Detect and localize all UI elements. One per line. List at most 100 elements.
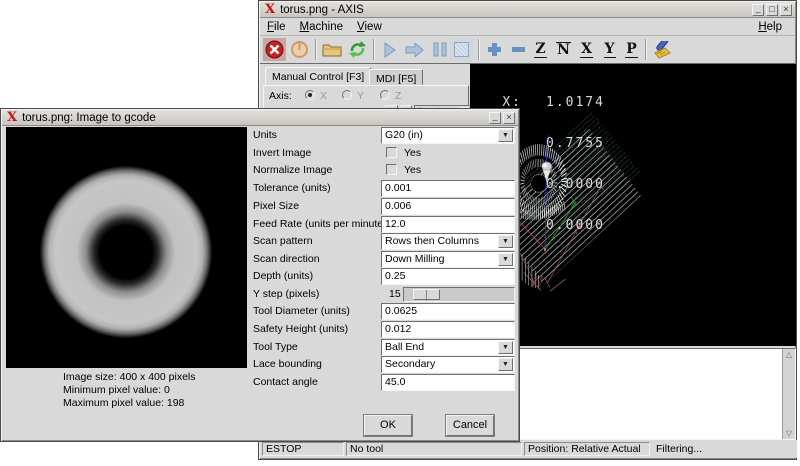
gcode-scrollbar[interactable]: △ ▽: [782, 349, 795, 439]
dropdown-arrow-icon: ▼: [498, 129, 513, 142]
zoom-out-button[interactable]: [507, 38, 530, 61]
normalize-image-checkbox-label[interactable]: Yes: [404, 164, 421, 177]
status-tool: No tool: [346, 442, 522, 456]
normalize-image-checkbox[interactable]: [386, 164, 397, 175]
screen: { "colors": { "window_bg": "#d9d9d9", "p…: [0, 0, 800, 466]
dropdown-arrow-icon: ▼: [498, 341, 513, 354]
field-label-tool-type: Tool Type: [253, 339, 383, 356]
menu-file[interactable]: File: [260, 20, 293, 34]
field-label-lace-bounding: Lace bounding: [253, 356, 383, 373]
x11-logo-icon: X: [7, 112, 17, 124]
toolbar-separator: [373, 39, 375, 60]
scan-pattern-dropdown[interactable]: Rows then Columns ▼: [381, 233, 515, 250]
stop-button[interactable]: [450, 38, 473, 61]
view-z2-button[interactable]: N: [552, 38, 575, 61]
cancel-button[interactable]: Cancel: [446, 415, 494, 436]
dialog-minimize-button[interactable]: _: [489, 112, 501, 124]
radio-axis-x[interactable]: [305, 90, 315, 100]
field-label-contact-angle: Contact angle: [253, 374, 383, 391]
axis-titlebar[interactable]: X torus.png - AXIS _ □ ×: [260, 2, 795, 18]
run-button[interactable]: [378, 38, 401, 61]
scan-direction-dropdown[interactable]: Down Milling ▼: [381, 251, 515, 268]
pixel-size-input[interactable]: 0.006: [381, 198, 515, 215]
depth-input[interactable]: 0.25: [381, 268, 515, 285]
radio-dot: [308, 93, 312, 97]
statusbar: ESTOP No tool Position: Relative Actual …: [260, 440, 797, 458]
view-p-label: P: [625, 42, 638, 58]
field-label-units: Units: [253, 127, 383, 144]
step-arrow-icon: [405, 43, 424, 57]
menu-machine[interactable]: Machine: [293, 20, 350, 34]
view-z2-label: N: [556, 42, 571, 58]
pause-button[interactable]: [428, 38, 451, 61]
dialog-titlebar[interactable]: X torus.png: Image to gcode _ ×: [2, 110, 518, 126]
tab-manual-control[interactable]: Manual Control [F3]: [265, 67, 371, 85]
contact-angle-input[interactable]: 45.0: [381, 374, 515, 391]
open-file-button[interactable]: [320, 38, 343, 61]
ok-button[interactable]: OK: [364, 415, 412, 436]
invert-image-checkbox-label[interactable]: Yes: [404, 147, 421, 160]
scroll-up-icon[interactable]: △: [783, 349, 795, 360]
machine-power-button[interactable]: [288, 38, 311, 61]
invert-image-checkbox[interactable]: [386, 147, 397, 158]
axis-window-title: torus.png - AXIS: [280, 4, 364, 16]
step-button[interactable]: [403, 38, 426, 61]
tab-mdi-label: MDI [F5]: [376, 73, 416, 85]
estop-button[interactable]: [263, 38, 286, 61]
pause-icon: [433, 42, 447, 57]
radio-axis-y[interactable]: [342, 90, 352, 100]
scroll-down-icon[interactable]: ▽: [783, 428, 795, 439]
status-task: Filtering...: [652, 442, 795, 456]
feed-rate-input[interactable]: 12.0: [381, 216, 515, 233]
dropdown-arrow-icon: ▼: [498, 253, 513, 266]
view-y-label: Y: [604, 42, 616, 58]
close-button[interactable]: ×: [780, 4, 792, 16]
view-z-label: Z: [534, 42, 546, 58]
image-info: Image size: 400 x 400 pixels Minimum pix…: [63, 371, 196, 410]
field-label-scan-direction: Scan direction: [253, 251, 383, 268]
field-label-scan-pattern: Scan pattern: [253, 233, 383, 250]
view-p-button[interactable]: P: [620, 38, 643, 61]
dialog-close-button[interactable]: ×: [503, 112, 515, 124]
y-step-slider-handle[interactable]: [413, 289, 440, 300]
minimize-button[interactable]: _: [752, 4, 764, 16]
tab-mdi[interactable]: MDI [F5]: [369, 69, 423, 85]
stop-icon: [454, 42, 469, 57]
view-z-button[interactable]: Z: [529, 38, 552, 61]
tool-type-dropdown[interactable]: Ball End ▼: [381, 339, 515, 356]
lace-bounding-dropdown[interactable]: Secondary ▼: [381, 356, 515, 373]
safety-height-input[interactable]: 0.012: [381, 321, 515, 338]
reload-button[interactable]: [346, 38, 369, 61]
maximize-button[interactable]: □: [766, 4, 778, 16]
radio-axis-z[interactable]: [380, 90, 390, 100]
axis-select-label: Axis:: [269, 90, 292, 102]
tool-diameter-input[interactable]: 0.0625: [381, 303, 515, 320]
toolbar: Z N X Y P: [260, 36, 795, 64]
power-icon: [290, 40, 309, 59]
view-x-button[interactable]: X: [575, 38, 598, 61]
tool-type-value: Ball End: [385, 341, 424, 353]
status-estop: ESTOP: [262, 442, 344, 456]
lace-bounding-value: Secondary: [385, 358, 435, 370]
tolerance-input[interactable]: 0.001: [381, 180, 515, 197]
toolbar-separator: [315, 39, 317, 60]
dialog-title: torus.png: Image to gcode: [22, 112, 156, 124]
y-step-slider[interactable]: [403, 287, 515, 302]
view-y-button[interactable]: Y: [598, 38, 621, 61]
units-dropdown[interactable]: G20 (in) ▼: [381, 127, 515, 144]
field-label-pixel-size: Pixel Size: [253, 198, 383, 215]
radio-axis-x-label: X: [320, 90, 327, 102]
radio-axis-y-label: Y: [357, 90, 364, 102]
zoom-in-button[interactable]: [483, 38, 506, 61]
menu-view[interactable]: View: [350, 20, 389, 34]
axis-select-row: Axis: X Y Z: [269, 90, 459, 103]
clear-plot-button[interactable]: [650, 38, 673, 61]
field-label-invert: Invert Image: [253, 145, 383, 162]
field-label-depth: Depth (units): [253, 268, 383, 285]
minus-icon: [511, 46, 526, 53]
image-info-max: Maximum pixel value: 198: [63, 397, 196, 410]
toolbar-separator: [645, 39, 647, 60]
torus-gradient: [11, 137, 241, 367]
menu-help[interactable]: Help: [751, 20, 789, 34]
dropdown-arrow-icon: ▼: [498, 358, 513, 371]
